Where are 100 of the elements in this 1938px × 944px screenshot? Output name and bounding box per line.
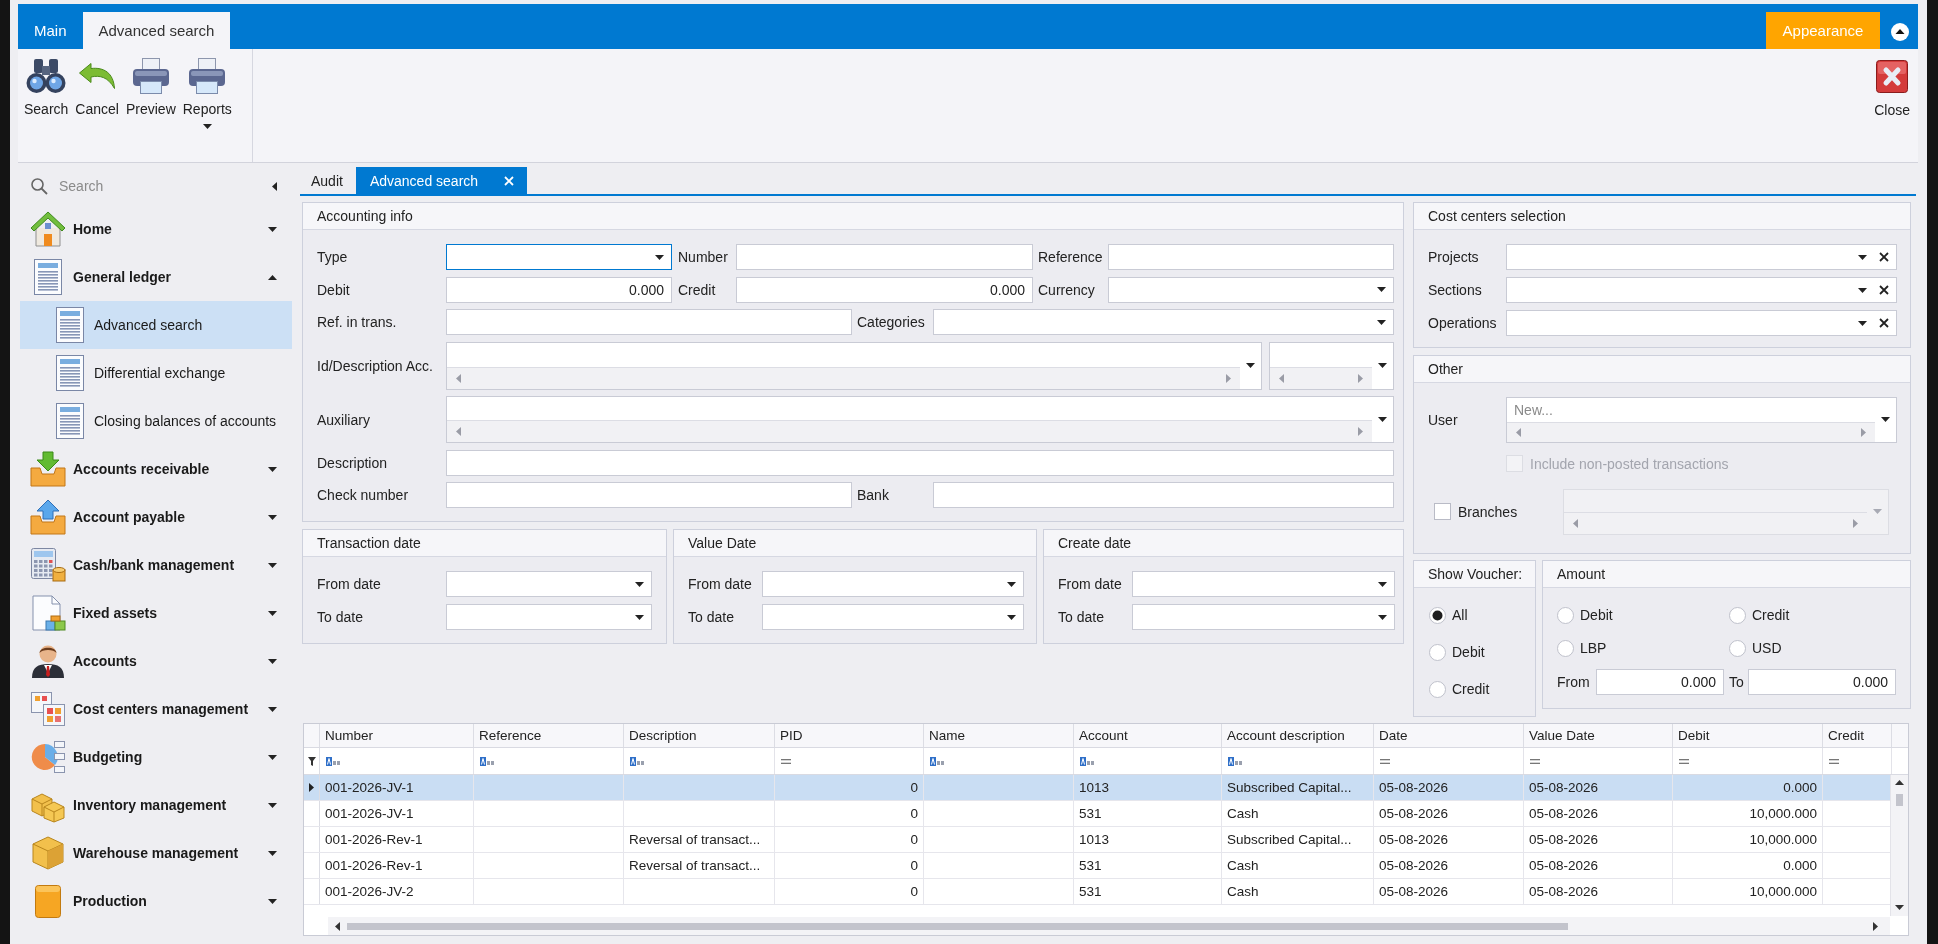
dropdown-field[interactable]: [446, 571, 652, 597]
sidebar-item[interactable]: Cash/bank management: [18, 541, 295, 589]
ribbon-tab[interactable]: Advanced search: [82, 12, 231, 49]
input-field[interactable]: New...: [1507, 397, 1875, 423]
dropdown-field[interactable]: [1132, 604, 1395, 630]
column-header[interactable]: Credit: [1823, 724, 1892, 747]
field-label: Currency: [1038, 281, 1095, 298]
list-field[interactable]: [1269, 341, 1394, 390]
filter-icon[interactable]: [307, 756, 316, 766]
list-field[interactable]: [446, 396, 1394, 443]
scroll-down-icon[interactable]: [1895, 905, 1904, 910]
document-tab[interactable]: Advanced search: [355, 167, 528, 194]
table-row[interactable]: 001-2026-JV-2 0 531 Cash 05-08-2026 05-08-2026 10,000.000: [304, 879, 1890, 905]
ribbon-button[interactable]: Reports: [181, 56, 233, 129]
sidebar-item[interactable]: Budgeting: [18, 733, 295, 781]
dropdown-field[interactable]: [1506, 244, 1897, 270]
ribbon-button[interactable]: Search: [23, 56, 70, 117]
column-header[interactable]: Reference: [474, 724, 624, 747]
radio-button[interactable]: [1429, 680, 1446, 698]
list-field[interactable]: [1563, 488, 1889, 535]
clear-icon[interactable]: [1879, 285, 1889, 295]
column-header[interactable]: Account description: [1222, 724, 1374, 747]
dropdown-field[interactable]: [1108, 276, 1394, 303]
sidebar-item[interactable]: Production: [18, 877, 295, 925]
sidebar-subitem[interactable]: Advanced search: [20, 301, 292, 349]
ribbon-button[interactable]: Preview: [124, 56, 177, 117]
table-row[interactable]: 001-2026-Rev-1 Reversal of transact... 0 1013 Subscribed Capital... 05-08-2026 05-08-2026 10,000.000: [304, 827, 1890, 853]
dropdown-field[interactable]: [1506, 277, 1897, 303]
radio-button[interactable]: [1729, 606, 1746, 624]
caret-down-icon: [635, 581, 644, 587]
scroll-thumb[interactable]: [347, 922, 1568, 930]
input-field[interactable]: 0.000: [446, 276, 672, 303]
sidebar-item[interactable]: Accounts: [18, 637, 295, 685]
column-header[interactable]: PID: [775, 724, 924, 747]
sidebar-item[interactable]: Accounts receivable: [18, 445, 295, 493]
sidebar-item[interactable]: Fixed assets: [18, 589, 295, 637]
input-field[interactable]: [446, 309, 852, 335]
house-icon: [30, 211, 66, 247]
dropdown-field[interactable]: [762, 571, 1024, 597]
sidebar-subitem[interactable]: Differential exchange: [20, 349, 292, 397]
sidebar-item[interactable]: Account payable: [18, 493, 295, 541]
collapse-left-icon[interactable]: [272, 181, 277, 191]
column-header[interactable]: Debit: [1673, 724, 1823, 747]
ribbon-button[interactable]: Cancel: [74, 56, 120, 117]
dropdown-field[interactable]: [1132, 571, 1395, 597]
input-field[interactable]: [446, 482, 852, 508]
column-header[interactable]: Description: [624, 724, 775, 747]
input-field[interactable]: 0.000: [1748, 669, 1896, 695]
document-tab[interactable]: Audit: [300, 167, 356, 194]
radio-button[interactable]: [1429, 606, 1446, 624]
input-field[interactable]: [446, 449, 1394, 476]
column-header[interactable]: Value Date: [1524, 724, 1673, 747]
scroll-left-icon: [456, 373, 461, 383]
scroll-thumb[interactable]: [1896, 794, 1903, 806]
sidebar-subitem[interactable]: Closing balances of accounts: [20, 397, 292, 445]
checkbox[interactable]: [1434, 503, 1451, 520]
table-cell: 05-08-2026: [1374, 827, 1524, 852]
radio-button[interactable]: [1429, 643, 1446, 661]
input-field[interactable]: [1108, 244, 1394, 270]
caret-down-icon: [1881, 417, 1890, 422]
close-button[interactable]: Close: [1874, 60, 1910, 118]
table-cell: 05-08-2026: [1524, 801, 1673, 826]
dropdown-field[interactable]: [1506, 310, 1897, 336]
sidebar-item[interactable]: Cost centers management: [18, 685, 295, 733]
ribbon-tab[interactable]: Main: [18, 12, 83, 49]
clear-icon[interactable]: [1879, 252, 1889, 262]
column-header[interactable]: Name: [924, 724, 1074, 747]
input-field[interactable]: 0.000: [736, 276, 1033, 303]
dropdown-field[interactable]: [446, 604, 652, 630]
dropdown-field[interactable]: [446, 244, 672, 270]
radio-button[interactable]: [1557, 606, 1574, 624]
clear-icon[interactable]: [1879, 318, 1889, 328]
column-header[interactable]: Account: [1074, 724, 1222, 747]
column-header[interactable]: Date: [1374, 724, 1524, 747]
input-field[interactable]: [933, 482, 1394, 508]
field-label: Type: [317, 249, 348, 265]
collapse-icon[interactable]: [1891, 23, 1909, 41]
radio-button[interactable]: [1557, 639, 1574, 657]
input-field[interactable]: [736, 244, 1033, 270]
caret-down-icon: [1378, 363, 1387, 368]
sidebar-item[interactable]: Warehouse management: [18, 829, 295, 877]
table-row[interactable]: 001-2026-JV-1 0 531 Cash 05-08-2026 05-08-2026 10,000.000: [304, 801, 1890, 827]
close-tab-icon[interactable]: [504, 175, 515, 186]
column-header[interactable]: Number: [320, 724, 474, 747]
scroll-up-icon[interactable]: [1895, 780, 1904, 785]
undo-arrow-icon: [78, 62, 117, 90]
table-row[interactable]: 001-2026-Rev-1 Reversal of transact... 0 531 Cash 05-08-2026 05-08-2026 0.000: [304, 853, 1890, 879]
input-field[interactable]: 0.000: [1596, 669, 1724, 695]
sidebar-item[interactable]: General ledger: [18, 253, 295, 301]
list-field[interactable]: New...: [1506, 396, 1897, 443]
sidebar-item[interactable]: Inventory management: [18, 781, 295, 829]
sidebar-item[interactable]: Home: [18, 205, 295, 253]
table-cell: Cash: [1222, 853, 1374, 878]
caret-down-icon: [1858, 320, 1867, 326]
field-label: Projects: [1428, 249, 1479, 265]
dropdown-field[interactable]: [933, 309, 1394, 335]
table-row[interactable]: 001-2026-JV-1 0 1013 Subscribed Capital... 05-08-2026 05-08-2026 0.000: [304, 775, 1890, 801]
radio-button[interactable]: [1729, 639, 1746, 657]
dropdown-field[interactable]: [762, 604, 1024, 630]
list-field[interactable]: [446, 341, 1262, 390]
